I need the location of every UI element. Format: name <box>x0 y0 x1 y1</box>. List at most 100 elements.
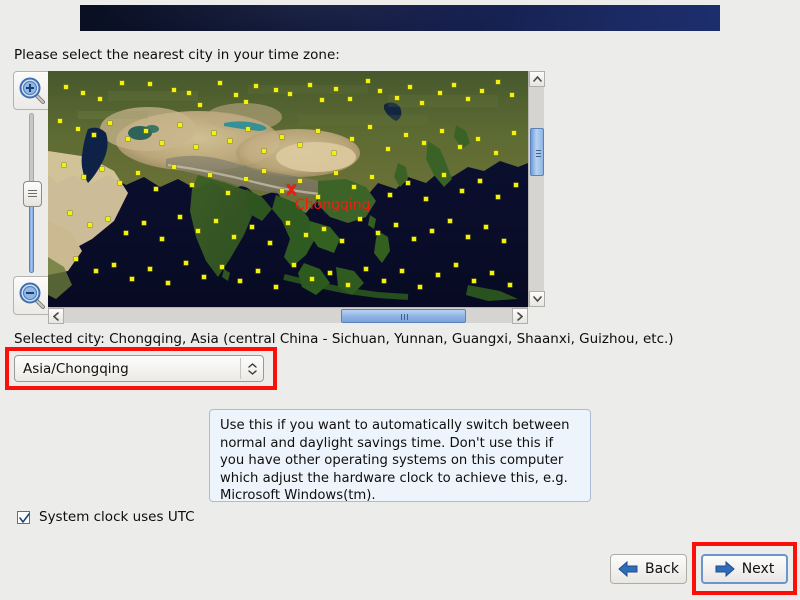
city-dot[interactable] <box>424 197 428 201</box>
city-dot[interactable] <box>466 97 470 101</box>
city-dot[interactable] <box>187 91 191 95</box>
city-dot[interactable] <box>328 271 332 275</box>
back-button[interactable]: Back <box>610 554 687 584</box>
city-dot[interactable] <box>286 221 290 225</box>
city-dot[interactable] <box>332 151 336 155</box>
city-dot[interactable] <box>476 137 480 141</box>
city-dot[interactable] <box>394 223 398 227</box>
city-dot[interactable] <box>438 91 442 95</box>
scroll-up-button[interactable] <box>529 71 545 87</box>
city-dot[interactable] <box>368 125 372 129</box>
city-dot[interactable] <box>364 267 368 271</box>
utc-checkbox[interactable] <box>17 510 30 524</box>
city-dot[interactable] <box>400 269 404 273</box>
map-vertical-scrollbar[interactable] <box>528 71 545 307</box>
city-dot[interactable] <box>142 221 146 225</box>
city-dot[interactable] <box>126 137 130 141</box>
city-dot[interactable] <box>198 103 202 107</box>
city-dot[interactable] <box>370 175 374 179</box>
city-dot[interactable] <box>194 145 198 149</box>
city-dot[interactable] <box>334 171 338 175</box>
city-dot[interactable] <box>334 87 338 91</box>
city-dot[interactable] <box>386 147 390 151</box>
city-dot[interactable] <box>480 89 484 93</box>
city-dot[interactable] <box>512 131 516 135</box>
city-dot[interactable] <box>472 279 476 283</box>
city-dot[interactable] <box>106 217 110 221</box>
city-dot[interactable] <box>274 88 278 92</box>
city-dot[interactable] <box>340 239 344 243</box>
city-dot[interactable] <box>490 271 494 275</box>
city-dot[interactable] <box>422 141 426 145</box>
city-dot[interactable] <box>382 279 386 283</box>
city-dot[interactable] <box>208 173 212 177</box>
city-dot[interactable] <box>316 129 320 133</box>
utc-checkbox-row[interactable]: System clock uses UTC <box>17 509 195 525</box>
city-dot[interactable] <box>184 261 188 265</box>
city-dot[interactable] <box>82 175 86 179</box>
city-dot[interactable] <box>320 98 324 102</box>
city-dot[interactable] <box>460 189 464 193</box>
city-dot[interactable] <box>366 79 370 83</box>
city-dot[interactable] <box>292 263 296 267</box>
city-dot[interactable] <box>76 127 80 131</box>
city-dot[interactable] <box>262 169 266 173</box>
map-viewport[interactable]: X Chongqing <box>48 71 528 307</box>
city-dot[interactable] <box>136 171 140 175</box>
city-dot[interactable] <box>458 145 462 149</box>
slider-thumb[interactable] <box>23 181 42 207</box>
city-dot[interactable] <box>502 239 506 243</box>
city-dot[interactable] <box>190 183 194 187</box>
city-dot[interactable] <box>172 165 176 169</box>
horizontal-scroll-thumb[interactable] <box>341 309 466 323</box>
city-dot[interactable] <box>226 191 230 195</box>
city-dot[interactable] <box>408 85 412 89</box>
city-dot[interactable] <box>254 84 258 88</box>
city-dot[interactable] <box>430 229 434 233</box>
city-dot[interactable] <box>160 237 164 241</box>
map-zoom-slider[interactable] <box>23 113 42 273</box>
city-dot[interactable] <box>246 127 250 131</box>
city-dot[interactable] <box>436 273 440 277</box>
city-dot[interactable] <box>510 93 514 97</box>
city-dot[interactable] <box>154 187 158 191</box>
city-dot[interactable] <box>212 131 216 135</box>
scroll-left-button[interactable] <box>48 308 64 324</box>
city-dot[interactable] <box>256 269 260 273</box>
city-dot[interactable] <box>484 225 488 229</box>
city-dot[interactable] <box>298 143 302 147</box>
city-dot[interactable] <box>244 177 248 181</box>
city-dot[interactable] <box>310 277 314 281</box>
city-dot[interactable] <box>250 225 254 229</box>
city-dot[interactable] <box>262 149 266 153</box>
city-dot[interactable] <box>172 88 176 92</box>
city-dot[interactable] <box>244 100 248 104</box>
city-dot[interactable] <box>148 82 152 86</box>
city-dot[interactable] <box>74 257 78 261</box>
city-dot[interactable] <box>268 241 272 245</box>
city-dot[interactable] <box>108 121 112 125</box>
city-dot[interactable] <box>148 267 152 271</box>
city-dot[interactable] <box>144 129 148 133</box>
city-dot[interactable] <box>412 237 416 241</box>
city-dot[interactable] <box>376 231 380 235</box>
city-dot[interactable] <box>350 137 354 141</box>
city-dot[interactable] <box>232 235 236 239</box>
city-dot[interactable] <box>81 91 85 95</box>
city-dot[interactable] <box>440 129 444 133</box>
city-dot[interactable] <box>298 179 302 183</box>
city-dot[interactable] <box>220 265 224 269</box>
city-dot[interactable] <box>352 185 356 189</box>
city-dot[interactable] <box>202 275 206 279</box>
city-dot[interactable] <box>508 283 512 287</box>
city-dot[interactable] <box>494 151 498 155</box>
vertical-scroll-thumb[interactable] <box>530 128 544 176</box>
city-dot[interactable] <box>308 83 312 87</box>
city-dot[interactable] <box>404 133 408 137</box>
city-dot[interactable] <box>496 80 500 84</box>
city-dot[interactable] <box>130 277 134 281</box>
scroll-right-button[interactable] <box>512 308 528 324</box>
city-dot[interactable] <box>420 101 424 105</box>
city-dot[interactable] <box>346 283 350 287</box>
city-dot[interactable] <box>64 85 68 89</box>
